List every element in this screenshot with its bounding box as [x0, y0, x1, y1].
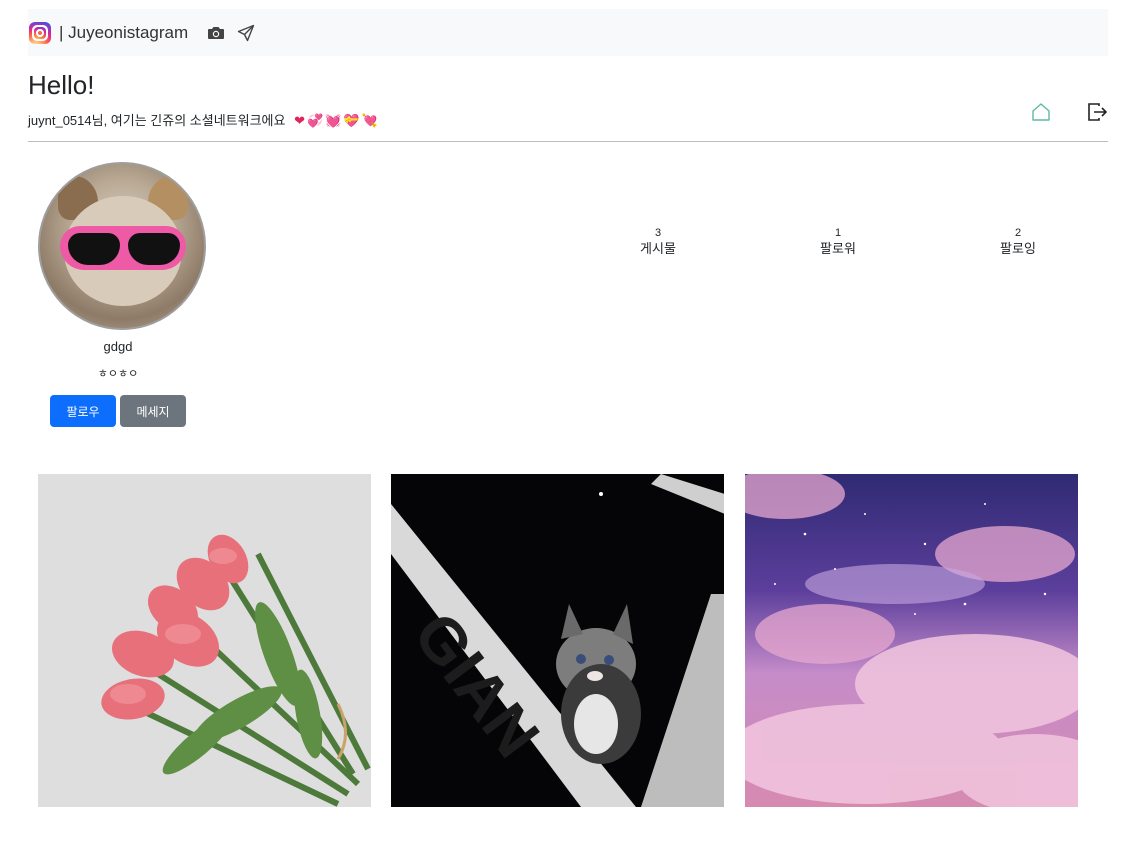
stat-posts-count: 3: [654, 227, 662, 239]
navbar: | Juyeonistagram: [28, 9, 1108, 56]
profile-username: gdgd: [103, 339, 133, 354]
logout-icon[interactable]: [1086, 101, 1108, 123]
stat-followers-label: 팔로워: [820, 241, 856, 256]
header-divider: [28, 141, 1108, 142]
stat-following[interactable]: 2 팔로잉: [978, 226, 1058, 258]
message-button[interactable]: 메세지: [120, 395, 186, 427]
stat-posts[interactable]: 3 게시물: [618, 226, 698, 258]
welcome-text: juynt_0514님, 여기는 긴쥬의 소셜네트워크에요: [28, 113, 286, 128]
hearts-emoji: ❤💞💓💝💘: [294, 113, 380, 128]
home-icon[interactable]: [1030, 101, 1052, 123]
welcome-subtitle: juynt_0514님, 여기는 긴쥬의 소셜네트워크에요 ❤💞💓💝💘: [28, 110, 380, 129]
profile-bio: ㅎㅇㅎㅇ: [97, 368, 139, 380]
post-thumbnail-tulips[interactable]: [38, 474, 371, 807]
stat-followers[interactable]: 1 팔로워: [798, 226, 878, 258]
post-thumbnail-kitten[interactable]: GIAN: [391, 474, 724, 807]
avatar: [38, 162, 206, 330]
stat-followers-count: 1: [834, 227, 842, 239]
camera-icon[interactable]: [206, 23, 226, 43]
stat-following-label: 팔로잉: [1000, 241, 1036, 256]
page-title: Hello!: [28, 70, 95, 100]
stat-posts-label: 게시물: [640, 241, 676, 256]
brand-title[interactable]: | Juyeonistagram: [59, 23, 188, 43]
instagram-logo-icon[interactable]: [29, 21, 51, 44]
send-icon[interactable]: [236, 23, 256, 43]
stat-following-count: 2: [1014, 227, 1022, 239]
follow-button[interactable]: 팔로우: [50, 395, 116, 427]
post-thumbnail-sky[interactable]: [745, 474, 1078, 807]
